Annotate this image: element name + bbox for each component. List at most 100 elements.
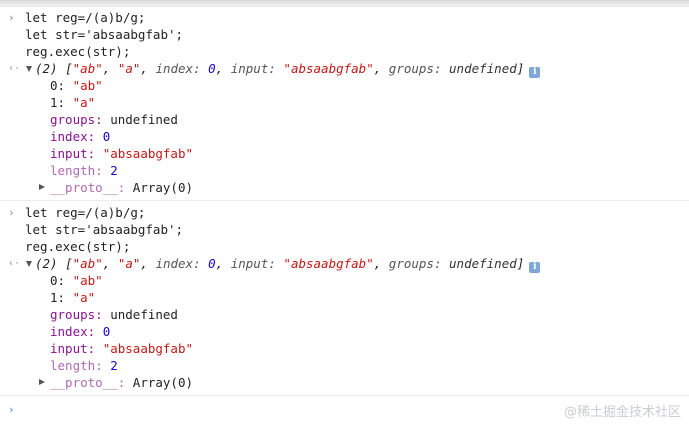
summary-token: "absaabgfab" — [283, 256, 374, 271]
property: index: 0 — [50, 323, 110, 340]
summary-token: "ab" — [72, 61, 103, 76]
property-key: input: — [50, 146, 96, 161]
proto-row[interactable]: __proto__: Array(0) — [0, 179, 689, 196]
property: input: "absaabgfab" — [50, 340, 193, 357]
input-prompt-icon: › — [8, 206, 15, 219]
property-key: __proto__: — [50, 375, 126, 390]
property-key: index: — [50, 324, 96, 339]
property-key: length: — [50, 163, 103, 178]
property-key: groups: — [50, 307, 103, 322]
summary-token: undefined — [449, 256, 517, 271]
property-key: 0: — [50, 78, 66, 93]
summary-token: undefined — [449, 61, 517, 76]
summary-token: "a" — [117, 256, 141, 271]
result-summary-line[interactable]: ‹· (2) ["ab", "a", index: 0, input: "absa… — [0, 60, 689, 78]
property-key: 1: — [50, 95, 66, 110]
property: length: 2 — [50, 162, 118, 179]
property-value: 2 — [110, 358, 118, 373]
summary-token: 0 — [208, 256, 216, 271]
property-key: 0: — [50, 273, 66, 288]
property-row: 0: "ab" — [0, 272, 689, 289]
console-panel: › let reg=/(a)b/g; let str='absaabgfab'; re… — [0, 6, 689, 396]
property-row: groups: undefined — [0, 111, 689, 128]
property-row: 0: "ab" — [0, 77, 689, 94]
property-value: Array(0) — [132, 180, 194, 195]
property-value: 0 — [102, 129, 111, 144]
property-key: __proto__: — [50, 180, 126, 195]
property-value: "a" — [72, 95, 96, 110]
property: index: 0 — [50, 128, 110, 145]
array-summary: (2) ["ab", "a", index: 0, input: "absaab… — [35, 60, 541, 78]
property-row: input: "absaabgfab" — [0, 340, 689, 357]
property-row: 1: "a" — [0, 94, 689, 111]
code-text: let str='absaabgfab'; — [25, 222, 184, 237]
summary-token: groups: — [388, 61, 442, 76]
summary-token: 0 — [208, 61, 216, 76]
code-text: let str='absaabgfab'; — [25, 27, 184, 42]
summary-token: index: — [155, 256, 201, 271]
console-entry: › let reg=/(a)b/g; let str='absaabgfab'; re… — [0, 201, 689, 396]
summary-token: "absaabgfab" — [283, 61, 374, 76]
watermark: @稀土掘金技术社区 — [563, 405, 681, 420]
property: __proto__: Array(0) — [50, 374, 193, 391]
input-code-line: › let reg=/(a)b/g; — [0, 9, 689, 26]
console-entry: › let reg=/(a)b/g; let str='absaabgfab'; re… — [0, 6, 689, 201]
summary-token: (2) — [35, 61, 58, 76]
property-value: "absaabgfab" — [102, 341, 193, 356]
input-code-line: reg.exec(str); — [0, 238, 689, 255]
property-value: "ab" — [72, 273, 103, 288]
property: groups: undefined — [50, 111, 178, 128]
input-code-line: let str='absaabgfab'; — [0, 26, 689, 43]
expand-triangle-down-icon[interactable] — [26, 66, 32, 72]
input-code-line: reg.exec(str); — [0, 43, 689, 60]
summary-token: (2) — [35, 256, 58, 271]
summary-token: groups: — [388, 256, 442, 271]
expand-triangle-right-icon[interactable] — [39, 184, 45, 190]
property-row: 1: "a" — [0, 289, 689, 306]
property-value: "ab" — [72, 78, 103, 93]
code-text: reg.exec(str); — [25, 239, 131, 254]
property: __proto__: Array(0) — [50, 179, 193, 196]
input-code-line: › let reg=/(a)b/g; — [0, 204, 689, 221]
property: 0: "ab" — [50, 272, 103, 289]
property-key: index: — [50, 129, 96, 144]
property-row: length: 2 — [0, 357, 689, 374]
property-value: undefined — [110, 307, 178, 322]
property: groups: undefined — [50, 306, 178, 323]
console-input-prompt-icon[interactable]: › — [8, 403, 15, 416]
return-value-icon: ‹· — [8, 258, 21, 269]
summary-token: "a" — [117, 61, 141, 76]
property-value: 2 — [110, 163, 118, 178]
code-text: reg.exec(str); — [25, 44, 131, 59]
property: input: "absaabgfab" — [50, 145, 193, 162]
expand-triangle-down-icon[interactable] — [26, 261, 32, 267]
property-value: Array(0) — [132, 375, 194, 390]
proto-row[interactable]: __proto__: Array(0) — [0, 374, 689, 391]
property-value: 0 — [102, 324, 111, 339]
input-code-line: let str='absaabgfab'; — [0, 221, 689, 238]
property: 1: "a" — [50, 94, 95, 111]
return-value-icon: ‹· — [8, 63, 21, 74]
result-summary-line[interactable]: ‹· (2) ["ab", "a", index: 0, input: "absa… — [0, 255, 689, 273]
property-row: length: 2 — [0, 162, 689, 179]
property-key: length: — [50, 358, 103, 373]
property-value: "absaabgfab" — [102, 146, 193, 161]
property-key: input: — [50, 341, 96, 356]
summary-token: input: — [230, 61, 276, 76]
expand-triangle-right-icon[interactable] — [39, 379, 45, 385]
array-summary: (2) ["ab", "a", index: 0, input: "absaab… — [35, 255, 541, 273]
property-key: groups: — [50, 112, 103, 127]
property-row: input: "absaabgfab" — [0, 145, 689, 162]
property-row: index: 0 — [0, 323, 689, 340]
property: 0: "ab" — [50, 77, 103, 94]
summary-token: input: — [230, 256, 276, 271]
input-prompt-icon: › — [8, 11, 15, 24]
property-row: index: 0 — [0, 128, 689, 145]
property-row: groups: undefined — [0, 306, 689, 323]
code-text: let reg=/(a)b/g; — [25, 205, 146, 220]
property-value: undefined — [110, 112, 178, 127]
summary-token: index: — [155, 61, 201, 76]
property-value: "a" — [72, 290, 96, 305]
property: length: 2 — [50, 357, 118, 374]
property-key: 1: — [50, 290, 66, 305]
